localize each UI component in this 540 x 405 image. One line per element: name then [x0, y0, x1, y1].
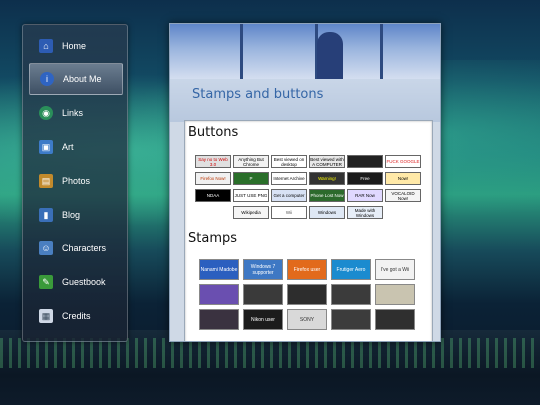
- button-badge[interactable]: Windows: [309, 206, 345, 219]
- sidebar-item-credits[interactable]: ▦ Credits: [29, 301, 121, 331]
- sidebar-item-photos[interactable]: ▤ Photos: [29, 166, 121, 196]
- people-icon: ☺: [39, 241, 53, 255]
- photos-icon: ▤: [39, 174, 53, 188]
- credits-icon: ▦: [39, 309, 53, 323]
- stamp-image: [287, 284, 327, 305]
- button-badge[interactable]: Internet Archive: [271, 172, 307, 185]
- character-silhouette: [317, 32, 343, 79]
- button-badge[interactable]: Free: [347, 172, 383, 185]
- stamp-image: Windows 7 supporter: [243, 259, 283, 280]
- button-badge[interactable]: Get a computer: [271, 189, 307, 202]
- sidebar-item-links[interactable]: ◉ Links: [29, 98, 121, 128]
- sidebar-item-label: Links: [62, 108, 84, 118]
- sidebar-item-guestbook[interactable]: ✎ Guestbook: [29, 267, 121, 297]
- city-lights-reflection: [0, 338, 540, 368]
- button-badge[interactable]: RAR Now: [347, 189, 383, 202]
- stamp-image: SONY: [287, 309, 327, 330]
- book-icon: ▮: [39, 208, 53, 222]
- stamp-image: [375, 284, 415, 305]
- button-badge[interactable]: NDAA: [195, 189, 231, 202]
- sidebar-item-label: Art: [62, 142, 74, 152]
- sidebar-item-label: Credits: [62, 311, 91, 321]
- stamp-image: Firefox user: [287, 259, 327, 280]
- button-badge[interactable]: FUCK GOOGLE: [385, 155, 421, 168]
- sidebar-item-blog[interactable]: ▮ Blog: [29, 200, 121, 230]
- sidebar-item-label: About Me: [63, 74, 102, 84]
- page-title: Stamps and buttons: [192, 87, 324, 102]
- stamps-heading: Stamps: [188, 231, 238, 246]
- header-banner-image: [170, 24, 440, 79]
- stamp-image: Frutiger Aero: [331, 259, 371, 280]
- button-badge[interactable]: Best viewed with A COMPUTER: [309, 155, 345, 168]
- stamp-image: Nikon user: [243, 309, 283, 330]
- button-badge[interactable]: Now!: [385, 172, 421, 185]
- monitor-icon: ▣: [39, 140, 53, 154]
- stamp-image: Nanami Madobe: [199, 259, 239, 280]
- stamp-image: I've got a Wii: [375, 259, 415, 280]
- window-frame: [240, 24, 243, 79]
- stamp-image: [199, 284, 239, 305]
- button-badge[interactable]: VOCALOID Now!: [385, 189, 421, 202]
- button-badge[interactable]: Made with Windows: [347, 206, 383, 219]
- home-icon: ⌂: [39, 39, 53, 53]
- button-badge[interactable]: [347, 155, 383, 168]
- sidebar-item-characters[interactable]: ☺ Characters: [29, 233, 121, 263]
- button-badge[interactable]: Say no to Web 3.0: [195, 155, 231, 168]
- button-badge[interactable]: JUST USE PNG: [233, 189, 269, 202]
- stamp-image: [375, 309, 415, 330]
- button-badge[interactable]: Best viewed on desktop: [271, 155, 307, 168]
- button-badge[interactable]: P: [233, 172, 269, 185]
- sidebar-item-label: Photos: [62, 176, 91, 186]
- stamp-image: [243, 284, 283, 305]
- main-window: Stamps and buttons Buttons Say no to Web…: [169, 23, 441, 342]
- sidebar-item-home[interactable]: ⌂ Home: [29, 31, 121, 61]
- sidebar-item-label: Characters: [62, 243, 107, 253]
- stamp-image: [199, 309, 239, 330]
- buttons-heading: Buttons: [188, 125, 239, 140]
- button-badge[interactable]: Wikipedia: [233, 206, 269, 219]
- sidebar-item-label: Home: [62, 41, 87, 51]
- sidebar-item-label: Blog: [62, 210, 81, 220]
- globe-icon: ◉: [39, 106, 53, 120]
- sidebar-item-art[interactable]: ▣ Art: [29, 132, 121, 162]
- sidebar-nav: ⌂ Home i About Me ◉ Links ▣ Art ▤ Photos…: [22, 24, 128, 342]
- sidebar-item-label: Guestbook: [62, 277, 106, 287]
- button-badge[interactable]: Warning!: [309, 172, 345, 185]
- button-badge[interactable]: Firefox Now!: [195, 172, 231, 185]
- stamp-image: [331, 309, 371, 330]
- content-panel: Buttons Say no to Web 3.0 Anything But Ch…: [184, 120, 433, 341]
- window-frame: [380, 24, 383, 79]
- info-icon: i: [40, 72, 54, 86]
- button-badge[interactable]: Anything But Chrome: [233, 155, 269, 168]
- guestbook-icon: ✎: [39, 275, 53, 289]
- sidebar-item-about-me[interactable]: i About Me: [29, 63, 123, 95]
- stamp-image: [331, 284, 371, 305]
- button-badge[interactable]: Wii: [271, 206, 307, 219]
- button-badge[interactable]: Phone Lost Now: [309, 189, 345, 202]
